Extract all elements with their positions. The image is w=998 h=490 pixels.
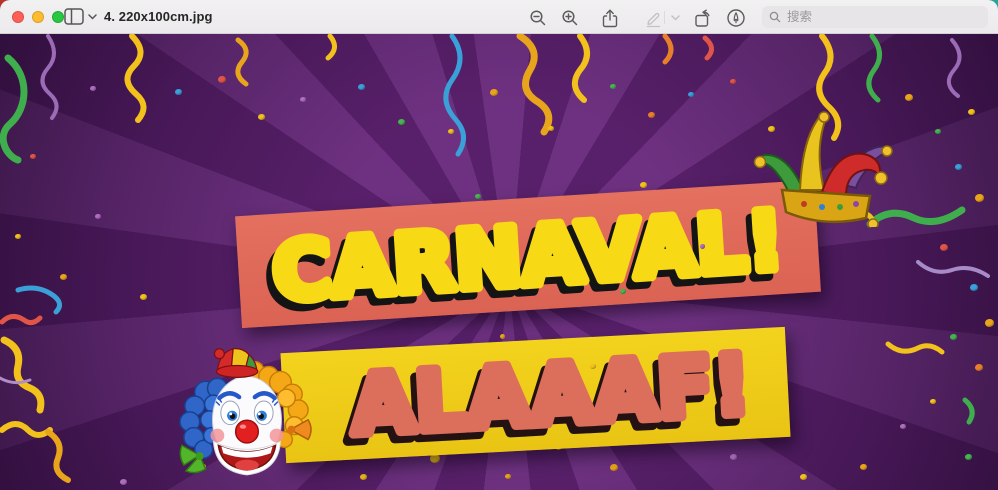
search-input[interactable]: [785, 9, 981, 25]
sidebar-toggle-button[interactable]: [64, 8, 97, 25]
share-button[interactable]: [600, 8, 620, 28]
markup-pencil-icon: [644, 9, 663, 28]
search-field[interactable]: [762, 6, 988, 28]
screenshot: 4. 220x100cm.jpg: [0, 0, 998, 490]
rotate-icon: [693, 9, 712, 28]
image-canvas: CARNAVAL! CARNAVAL! ALAAAF! ALAAAF!: [0, 34, 998, 490]
toolbar-divider: [664, 11, 665, 24]
chevron-down-icon: [88, 14, 97, 20]
sidebar-icon: [64, 8, 84, 25]
chevron-down-icon: [671, 15, 680, 21]
markup-pencil-button[interactable]: [643, 8, 663, 28]
markup-pen-circle-icon: [726, 8, 746, 28]
zoom-out-icon: [529, 9, 547, 27]
title-bar: 4. 220x100cm.jpg: [0, 0, 998, 34]
search-icon: [769, 11, 781, 23]
rotate-button[interactable]: [692, 8, 712, 28]
close-button[interactable]: [12, 11, 24, 23]
clown-face: [176, 326, 314, 478]
zoom-out-button[interactable]: [528, 8, 548, 28]
jester-hat: [752, 92, 902, 227]
preview-window: 4. 220x100cm.jpg: [0, 0, 998, 490]
markup-chevron-button[interactable]: [668, 8, 682, 28]
traffic-lights: [12, 11, 64, 23]
share-icon: [601, 9, 619, 28]
minimize-button[interactable]: [32, 11, 44, 23]
zoom-in-button[interactable]: [560, 8, 580, 28]
zoom-in-icon: [561, 9, 579, 27]
window-title: 4. 220x100cm.jpg: [104, 0, 213, 33]
markup-toolbar-button[interactable]: [726, 8, 746, 28]
zoom-window-button[interactable]: [52, 11, 64, 23]
